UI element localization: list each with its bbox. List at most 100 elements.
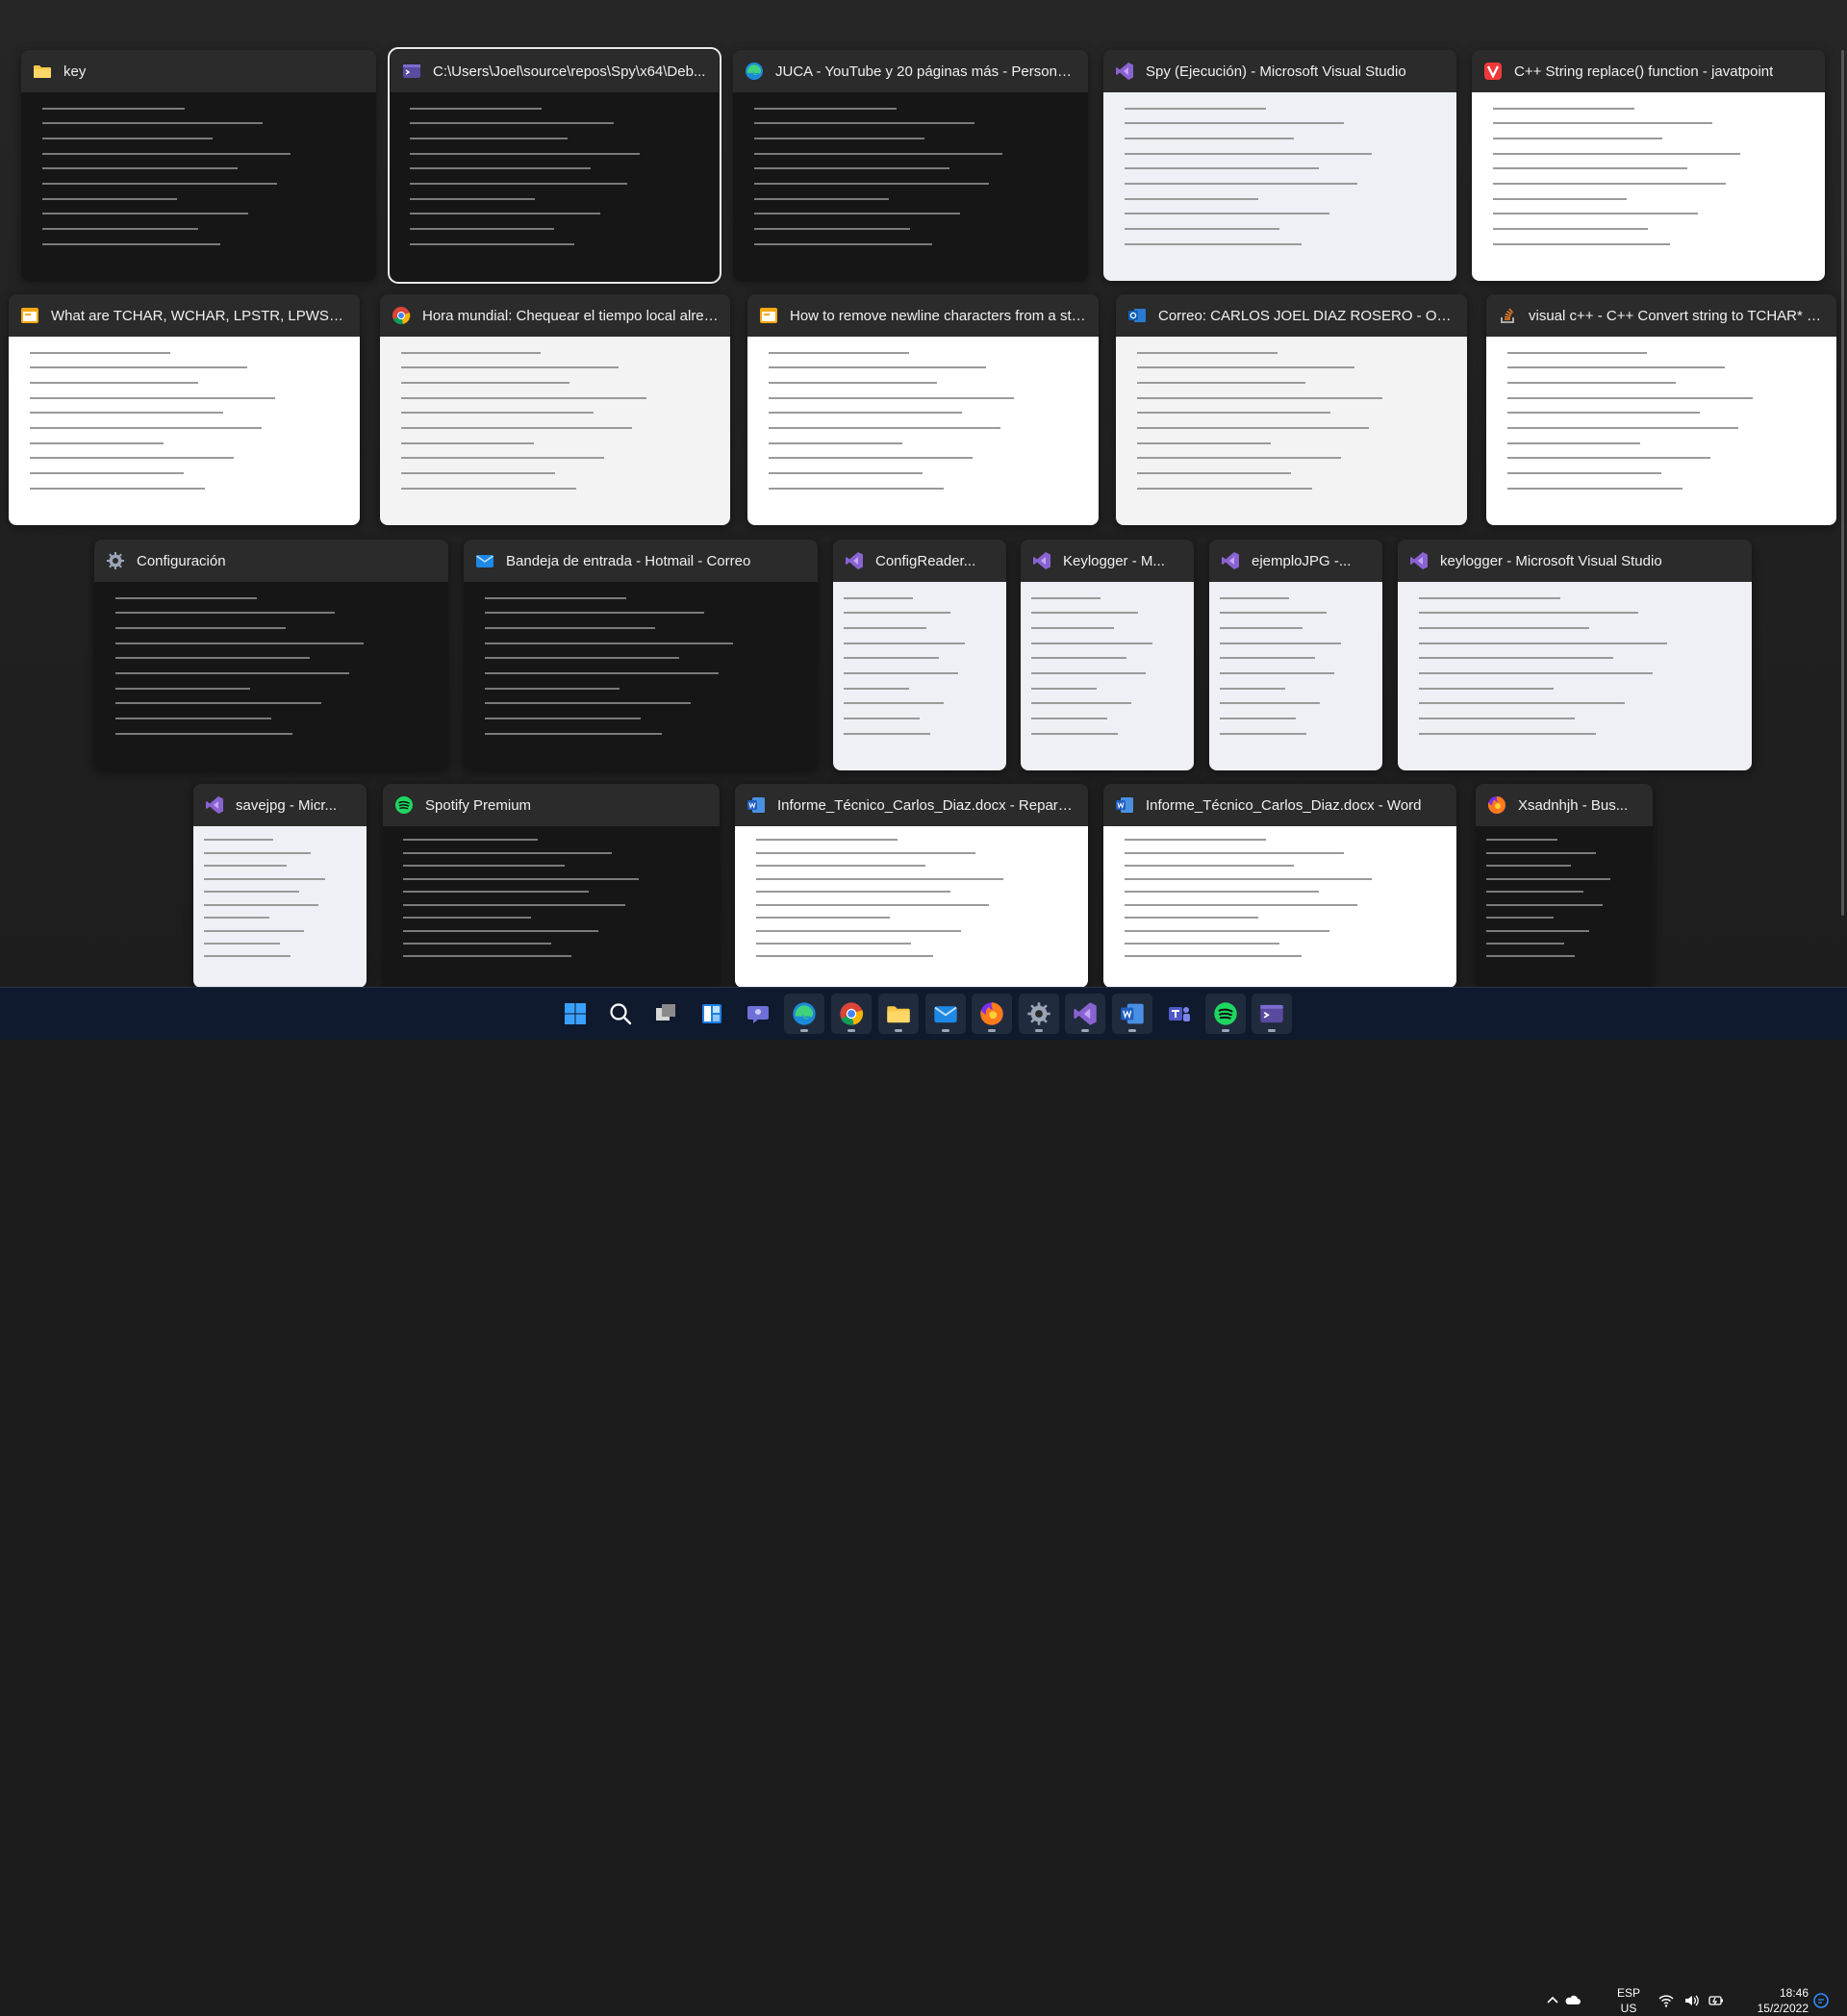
window-card-header[interactable]: Spy (Ejecución) - Microsoft Visual Studi… — [1103, 50, 1456, 92]
chevron-up-icon[interactable] — [1544, 1992, 1561, 2009]
taskbar-settings-button[interactable] — [1019, 994, 1059, 1034]
tchar-article-window[interactable]: What are TCHAR, WCHAR, LPSTR, LPWSTR, LP… — [9, 294, 360, 525]
window-thumbnail[interactable] — [94, 582, 448, 770]
configreader-window[interactable]: ConfigReader... — [833, 540, 1006, 770]
word-window[interactable]: Informe_Técnico_Carlos_Diaz.docx - Word — [1103, 784, 1456, 988]
thumbnail-content-line — [410, 213, 601, 215]
spy-console-window[interactable]: C:\Users\Joel\source\repos\Spy\x64\Deb..… — [388, 47, 721, 284]
window-thumbnail[interactable] — [1021, 582, 1194, 770]
taskbar-edge-button[interactable] — [784, 994, 824, 1034]
edge-youtube-window[interactable]: JUCA - YouTube y 20 páginas más - Person… — [733, 50, 1088, 281]
thumbnail-content-line — [1125, 107, 1266, 110]
window-card-header[interactable]: key — [21, 50, 376, 92]
thumbnail-content-line — [1125, 955, 1302, 958]
taskbar-file-explorer-button[interactable] — [878, 994, 919, 1034]
spotify-window[interactable]: Spotify Premium — [383, 784, 720, 988]
window-thumbnail[interactable] — [1486, 337, 1836, 525]
volume-icon[interactable] — [1683, 1992, 1700, 2009]
thumbnail-content-line — [843, 687, 910, 690]
word-reparado-window[interactable]: Informe_Técnico_Carlos_Diaz.docx - Repar… — [735, 784, 1088, 988]
taskbar-firefox-button[interactable] — [972, 994, 1012, 1034]
window-thumbnail[interactable] — [1209, 582, 1382, 770]
onedrive-cloud-icon[interactable] — [1564, 1992, 1581, 2009]
taskbar-task-view-button[interactable] — [645, 994, 686, 1034]
window-card-header[interactable]: C++ String replace() function - javatpoi… — [1472, 50, 1825, 92]
taskbar-word-button[interactable] — [1112, 994, 1152, 1034]
savejpg-window[interactable]: savejpg - Micr... — [193, 784, 367, 988]
battery-icon[interactable] — [1708, 1992, 1725, 2009]
vs-spy-window[interactable]: Spy (Ejecución) - Microsoft Visual Studi… — [1103, 50, 1456, 281]
window-card-header[interactable]: Keylogger - M... — [1021, 540, 1194, 582]
window-card-header[interactable]: Spotify Premium — [383, 784, 720, 826]
window-thumbnail[interactable] — [747, 337, 1099, 525]
wifi-icon[interactable] — [1657, 1992, 1675, 2009]
window-card-header[interactable]: How to remove newline characters from a … — [747, 294, 1099, 337]
taskbar-spotify-button[interactable] — [1205, 994, 1246, 1034]
window-thumbnail[interactable] — [1103, 826, 1456, 988]
taskbar-teams-button[interactable] — [1159, 994, 1200, 1034]
window-thumbnail[interactable] — [833, 582, 1006, 770]
taskbar-widgets-button[interactable] — [692, 994, 732, 1034]
clock[interactable]: 18:46 15/2/2022 — [1732, 1985, 1809, 2016]
window-card-header[interactable]: Bandeja de entrada - Hotmail - Correo — [464, 540, 818, 582]
outlook-window[interactable]: Correo: CARLOS JOEL DIAZ ROSERO - Outloo… — [1116, 294, 1467, 525]
window-thumbnail[interactable] — [193, 826, 367, 988]
visual-studio-icon — [1409, 551, 1429, 570]
window-card-header[interactable]: savejpg - Micr... — [193, 784, 367, 826]
window-card-header[interactable]: keylogger - Microsoft Visual Studio — [1398, 540, 1752, 582]
window-thumbnail[interactable] — [1398, 582, 1752, 770]
window-thumbnail[interactable] — [380, 337, 730, 525]
thumbnail-content-line — [1486, 877, 1610, 880]
javatpoint-window[interactable]: C++ String replace() function - javatpoi… — [1472, 50, 1825, 281]
window-thumbnail[interactable] — [21, 92, 376, 281]
chrome-hora-window[interactable]: Hora mundial: Chequear el tiempo local a… — [380, 294, 730, 525]
window-title: JUCA - YouTube y 20 páginas más - Person… — [775, 63, 1076, 80]
notification-icon[interactable] — [1812, 1992, 1830, 2009]
taskbar-teams-chat-button[interactable] — [738, 994, 778, 1034]
taskbar-search-button[interactable] — [600, 994, 641, 1034]
thumbnail-content-line — [29, 382, 199, 385]
configuracion-window[interactable]: Configuración — [94, 540, 448, 770]
taskbar-console-button[interactable] — [1252, 994, 1292, 1034]
window-thumbnail[interactable] — [391, 92, 719, 281]
window-card-header[interactable]: Informe_Técnico_Carlos_Diaz.docx - Word — [1103, 784, 1456, 826]
thumbnail-content-line — [1125, 197, 1259, 200]
window-card-header[interactable]: visual c++ - C++ Convert string to TCHAR… — [1486, 294, 1836, 337]
window-thumbnail[interactable] — [1476, 826, 1653, 988]
hotmail-window[interactable]: Bandeja de entrada - Hotmail - Correo — [464, 540, 818, 770]
newline-article-window[interactable]: How to remove newline characters from a … — [747, 294, 1099, 525]
keylogger-vs-window[interactable]: keylogger - Microsoft Visual Studio — [1398, 540, 1752, 770]
thumbnail-content-line — [756, 917, 891, 920]
input-language-indicator[interactable]: ESP US — [1610, 1985, 1647, 2016]
window-card-header[interactable]: Hora mundial: Chequear el tiempo local a… — [380, 294, 730, 337]
window-thumbnail[interactable] — [9, 337, 360, 525]
window-card-header[interactable]: Informe_Técnico_Carlos_Diaz.docx - Repar… — [735, 784, 1088, 826]
window-card-header[interactable]: ConfigReader... — [833, 540, 1006, 582]
window-thumbnail[interactable] — [735, 826, 1088, 988]
window-card-header[interactable]: ejemploJPG -... — [1209, 540, 1382, 582]
window-card-header[interactable]: What are TCHAR, WCHAR, LPSTR, LPWSTR, LP… — [9, 294, 360, 337]
window-card-header[interactable]: Xsadnhjh - Bus... — [1476, 784, 1653, 826]
thumbnail-content-line — [115, 672, 349, 675]
window-thumbnail[interactable] — [733, 92, 1088, 281]
firefox-window[interactable]: Xsadnhjh - Bus... — [1476, 784, 1653, 988]
taskbar-chrome-button[interactable] — [831, 994, 872, 1034]
window-thumbnail[interactable] — [1116, 337, 1467, 525]
key-window[interactable]: key — [21, 50, 376, 281]
window-card-header[interactable]: C:\Users\Joel\source\repos\Spy\x64\Deb..… — [391, 50, 719, 92]
window-card-header[interactable]: JUCA - YouTube y 20 páginas más - Person… — [733, 50, 1088, 92]
window-thumbnail[interactable] — [383, 826, 720, 988]
taskbar-visual-studio-button[interactable] — [1065, 994, 1105, 1034]
window-thumbnail[interactable] — [1472, 92, 1825, 281]
keylogger-short-window[interactable]: Keylogger - M... — [1021, 540, 1194, 770]
ejemplojpg-window[interactable]: ejemploJPG -... — [1209, 540, 1382, 770]
taskbar-start-button[interactable] — [555, 994, 595, 1034]
thumbnail-content-line — [1506, 427, 1739, 430]
scrollbar[interactable] — [1841, 50, 1844, 916]
window-card-header[interactable]: Correo: CARLOS JOEL DIAZ ROSERO - Outloo… — [1116, 294, 1467, 337]
taskbar-mail-button[interactable] — [925, 994, 966, 1034]
window-thumbnail[interactable] — [464, 582, 818, 770]
stackoverflow-window[interactable]: visual c++ - C++ Convert string to TCHAR… — [1486, 294, 1836, 525]
window-thumbnail[interactable] — [1103, 92, 1456, 281]
window-card-header[interactable]: Configuración — [94, 540, 448, 582]
